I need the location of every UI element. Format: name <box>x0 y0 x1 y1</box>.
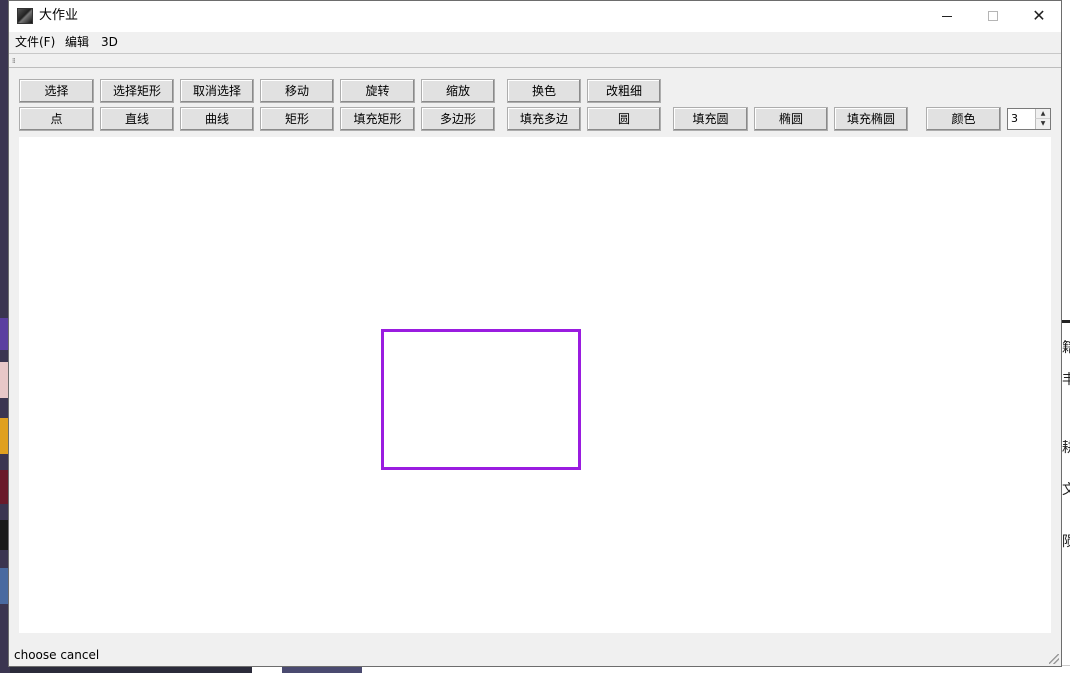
filled-rectangle-button[interactable]: 填充矩形 <box>340 107 415 131</box>
background-text: 陨 <box>1062 534 1070 550</box>
divider <box>1062 320 1070 323</box>
background-text: 文 <box>1062 482 1070 498</box>
maximize-icon <box>988 11 998 21</box>
move-button[interactable]: 移动 <box>260 79 334 103</box>
color-button[interactable]: 颜色 <box>926 107 1001 131</box>
app-icon <box>17 8 33 24</box>
cancel-select-button[interactable]: 取消选择 <box>180 79 254 103</box>
minimize-button[interactable] <box>924 1 970 31</box>
select-rect-button[interactable]: 选择矩形 <box>100 79 174 103</box>
line-button[interactable]: 直线 <box>100 107 174 131</box>
toolbar-grip-row: ⁞⁞ <box>9 54 1061 68</box>
menu-bar: 文件(F) 编辑 3D <box>9 32 1061 53</box>
scale-button[interactable]: 缩放 <box>421 79 495 103</box>
select-button[interactable]: 选择 <box>19 79 94 103</box>
thickness-spinbox[interactable]: 3 ▲ ▼ <box>1007 108 1051 130</box>
menu-edit[interactable]: 编辑 <box>62 35 92 50</box>
background-text: 丰 <box>1062 372 1070 388</box>
change-thickness-button[interactable]: 改粗细 <box>587 79 661 103</box>
curve-button[interactable]: 曲线 <box>180 107 254 131</box>
drawing-canvas[interactable] <box>19 137 1051 633</box>
drawn-rectangle[interactable] <box>381 329 581 470</box>
point-button[interactable]: 点 <box>19 107 94 131</box>
background-text: 籍 <box>1062 340 1070 356</box>
resize-grip-icon[interactable] <box>1049 654 1059 664</box>
filled-ellipse-button[interactable]: 填充椭圆 <box>834 107 908 131</box>
window-title: 大作业 <box>39 8 79 23</box>
background-text: 耕 <box>1062 440 1070 456</box>
circle-button[interactable]: 圆 <box>587 107 661 131</box>
menu-file[interactable]: 文件(F) <box>12 35 58 50</box>
spin-down-icon[interactable]: ▼ <box>1035 119 1050 129</box>
thickness-value[interactable]: 3 <box>1011 112 1018 126</box>
minimize-icon <box>942 15 952 17</box>
title-bar[interactable]: 大作业 ✕ <box>9 1 1061 32</box>
rectangle-button[interactable]: 矩形 <box>260 107 334 131</box>
filled-polygon-button[interactable]: 填充多边 <box>507 107 581 131</box>
background-window-right: 籍 丰 耕 文 陨 <box>1062 0 1070 673</box>
spin-up-icon[interactable]: ▲ <box>1035 109 1050 119</box>
ellipse-button[interactable]: 椭圆 <box>754 107 828 131</box>
polygon-button[interactable]: 多边形 <box>421 107 495 131</box>
menu-3d[interactable]: 3D <box>98 35 121 50</box>
close-icon: ✕ <box>1032 6 1046 25</box>
background-thumbnail <box>282 666 362 673</box>
close-button[interactable]: ✕ <box>1016 1 1062 31</box>
maximize-button[interactable] <box>970 1 1016 31</box>
status-text: choose cancel <box>14 648 100 662</box>
toolbar-grip-icon[interactable]: ⁞⁞ <box>12 57 16 65</box>
rotate-button[interactable]: 旋转 <box>340 79 415 103</box>
status-bar: choose cancel <box>9 644 1061 666</box>
change-color-button[interactable]: 换色 <box>507 79 581 103</box>
filled-circle-button[interactable]: 填充圆 <box>673 107 748 131</box>
app-window: 大作业 ✕ 文件(F) 编辑 3D ⁞⁞ 选择 选择矩形 取消选择 移动 旋转 … <box>8 0 1062 667</box>
